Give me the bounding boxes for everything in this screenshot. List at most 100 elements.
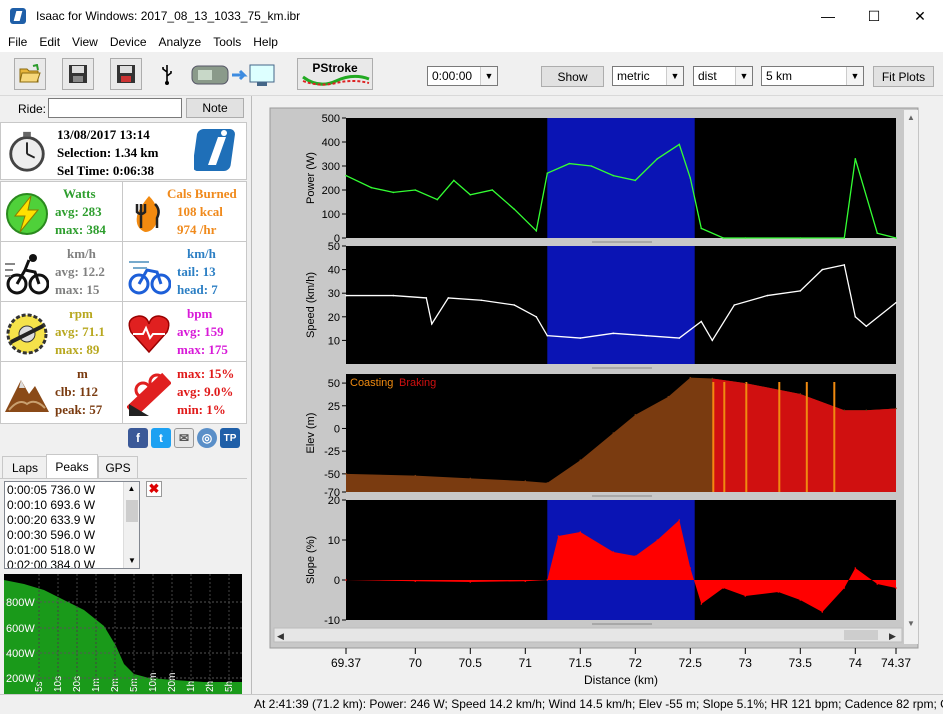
slope-avg: avg: 9.0% — [177, 384, 234, 399]
peak-x-label: 1m — [91, 678, 102, 692]
fit-plots-button[interactable]: Fit Plots — [873, 66, 934, 87]
data-point — [513, 208, 516, 210]
data-point — [345, 294, 347, 297]
peak-y-label: 400W — [6, 648, 35, 660]
list-item[interactable]: 0:02:00 384.0 W — [7, 558, 125, 568]
y-axis-label: Power (W) — [305, 152, 317, 204]
email-icon[interactable]: ✉ — [174, 428, 194, 448]
menu-help[interactable]: Help — [247, 35, 284, 49]
list-item[interactable]: 0:00:05 736.0 W — [7, 483, 125, 498]
chevron-down-icon: ▼ — [846, 67, 863, 85]
time-value: 0:00:00 — [432, 69, 473, 83]
scroll-down-icon[interactable]: ▼ — [124, 554, 139, 568]
x-tick-label: 73.5 — [789, 656, 813, 670]
y-axis-label: Speed (km/h) — [305, 272, 317, 338]
watts-stat: Watts avg: 283 max: 384 — [0, 181, 123, 242]
menu-device[interactable]: Device — [104, 35, 153, 49]
maximize-button[interactable]: ☐ — [851, 0, 897, 32]
close-button[interactable]: ✕ — [897, 0, 943, 32]
data-point — [612, 332, 615, 335]
range-select[interactable]: 5 km ▼ — [761, 66, 864, 86]
scroll-right-icon: ▶ — [889, 631, 896, 641]
data-point — [645, 334, 648, 337]
y-tick-label: 40 — [328, 265, 340, 277]
toolbar: PStroke 0:00:00 ▼ Show metric ▼ dist ▼ 5… — [0, 52, 943, 96]
selection-highlight — [547, 118, 695, 238]
y-tick-label: 25 — [328, 401, 340, 413]
calories-title: Cals Burned — [167, 186, 237, 201]
pstroke-button[interactable]: PStroke — [297, 58, 373, 90]
ride-input[interactable] — [48, 98, 182, 118]
wind-head: head: 7 — [177, 282, 218, 297]
minimize-button[interactable]: — — [805, 0, 851, 32]
data-point — [634, 555, 637, 557]
speed-stat: km/h avg: 12.2 max: 15 — [0, 241, 123, 302]
menu-file[interactable]: File — [2, 35, 33, 49]
tab-laps[interactable]: Laps — [2, 456, 48, 478]
peaks-list[interactable]: 0:00:05 736.0 W 0:00:10 693.6 W 0:00:20 … — [4, 481, 140, 569]
floppy-pen-icon — [117, 65, 135, 83]
menu-edit[interactable]: Edit — [33, 35, 66, 49]
units-select[interactable]: metric ▼ — [612, 66, 684, 86]
data-point — [854, 158, 857, 160]
summary-panel: 13/08/2017 13:14 Selection: 1.34 km Sel … — [0, 122, 247, 180]
data-point — [843, 237, 846, 239]
data-point — [799, 599, 802, 601]
globe-icon[interactable]: ◎ — [197, 428, 217, 448]
twitter-icon[interactable]: t — [151, 428, 171, 448]
plot-vscrollbar — [904, 110, 918, 644]
folder-icon — [19, 64, 41, 83]
trainingpeaks-icon[interactable]: TP — [220, 428, 240, 448]
x-tick-label: 70.5 — [459, 656, 483, 670]
data-point — [722, 587, 725, 589]
list-item[interactable]: 0:00:30 596.0 W — [7, 528, 125, 543]
data-point — [590, 165, 593, 167]
menu-view[interactable]: View — [66, 35, 104, 49]
save-button[interactable] — [62, 58, 94, 90]
heart-rate-avg: avg: 159 — [177, 324, 224, 339]
cadence-max: max: 89 — [55, 342, 100, 357]
y-tick-label: -50 — [324, 469, 340, 481]
tab-divider — [0, 478, 247, 479]
slope-max: max: 15% — [177, 366, 235, 381]
list-item[interactable]: 0:00:10 693.6 W — [7, 498, 125, 513]
x-tick-label: 73 — [739, 656, 753, 670]
list-item[interactable]: 0:00:20 633.9 W — [7, 513, 125, 528]
tab-gps[interactable]: GPS — [98, 456, 138, 478]
delete-peak-button[interactable]: ✖ — [146, 481, 162, 497]
data-point — [480, 299, 483, 302]
peaks-scrollbar[interactable]: ▲ ▼ — [123, 482, 139, 568]
coasting-marker — [745, 382, 748, 492]
data-point — [425, 297, 428, 299]
scroll-thumb[interactable] — [126, 500, 138, 522]
menu-analyze[interactable]: Analyze — [153, 35, 208, 49]
show-button[interactable]: Show — [541, 66, 604, 87]
data-point — [414, 189, 417, 191]
data-point — [821, 611, 824, 613]
wind-title: km/h — [187, 246, 216, 261]
scroll-up-icon[interactable]: ▲ — [124, 482, 139, 496]
save-as-button[interactable] — [110, 58, 142, 90]
data-point — [744, 595, 747, 597]
axis-select[interactable]: dist ▼ — [693, 66, 753, 86]
menu-tools[interactable]: Tools — [207, 35, 247, 49]
y-tick-label: 0 — [334, 423, 340, 435]
watts-avg: avg: 283 — [55, 204, 102, 219]
time-select[interactable]: 0:00:00 ▼ — [427, 66, 498, 86]
open-button[interactable] — [14, 58, 46, 90]
cadence-title: rpm — [69, 306, 93, 321]
device-sync-icon[interactable] — [190, 60, 280, 90]
scroll-down-icon: ▼ — [907, 619, 915, 628]
usb-icon[interactable] — [160, 64, 174, 86]
data-point — [711, 339, 714, 342]
list-item[interactable]: 0:01:00 518.0 W — [7, 543, 125, 558]
data-point — [843, 409, 846, 412]
heart-rate-stat: bpm avg: 159 max: 175 — [122, 301, 247, 362]
facebook-icon[interactable]: f — [128, 428, 148, 448]
note-button[interactable]: Note — [186, 98, 244, 118]
cadence-stat: rpm avg: 71.1 max: 89 — [0, 301, 123, 362]
tab-peaks[interactable]: Peaks — [46, 454, 98, 478]
x-tick-label: 72 — [629, 656, 643, 670]
peak-x-label: 2m — [110, 678, 121, 692]
data-point — [392, 294, 395, 297]
